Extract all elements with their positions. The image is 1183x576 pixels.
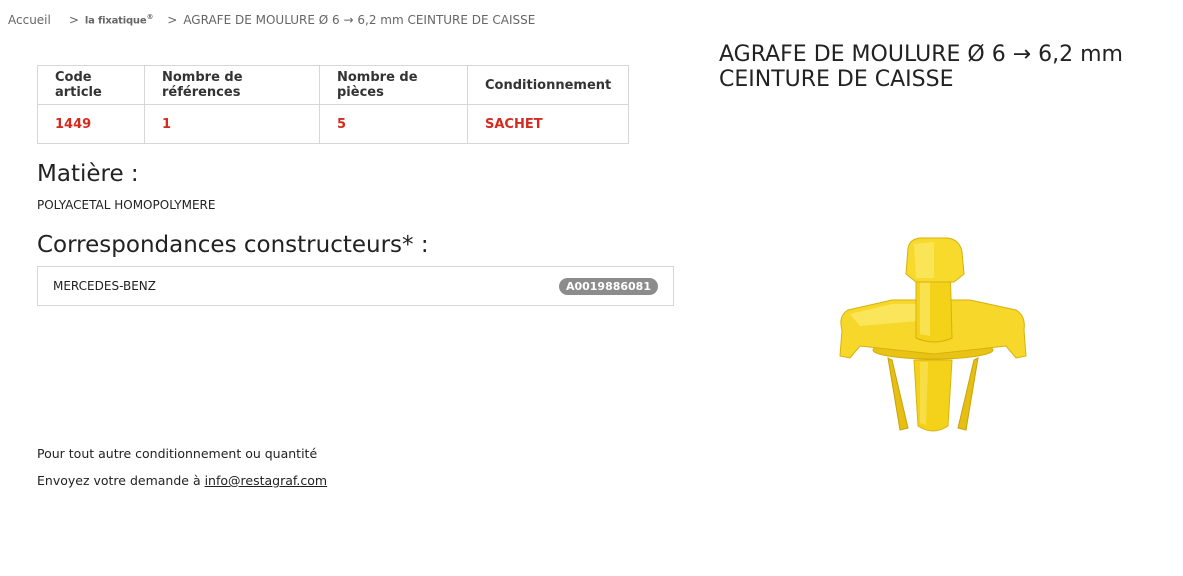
material-value: POLYACETAL HOMOPOLYMERE bbox=[37, 198, 216, 212]
header-nombre-references: Nombre de références bbox=[144, 65, 320, 105]
correspondence-maker: MERCEDES-BENZ bbox=[53, 279, 156, 293]
registered-mark: ® bbox=[146, 13, 154, 22]
header-code-article: Code article bbox=[37, 65, 145, 105]
brand-name: la fixatique bbox=[84, 15, 147, 27]
breadcrumb: Accueil > la fixatique® > AGRAFE DE MOUL… bbox=[8, 12, 535, 28]
breadcrumb-current: AGRAFE DE MOULURE Ø 6 → 6,2 mm CEINTURE … bbox=[183, 13, 536, 27]
header-conditionnement: Conditionnement bbox=[466, 65, 630, 105]
breadcrumb-separator: > bbox=[167, 13, 178, 27]
product-image bbox=[839, 237, 1027, 432]
contact-request-text: Envoyez votre demande à bbox=[37, 473, 205, 488]
yellow-plastic-clip-icon bbox=[839, 237, 1027, 432]
breadcrumb-brand-link[interactable]: la fixatique® bbox=[84, 13, 154, 27]
value-code-article: 1449 bbox=[37, 104, 145, 144]
correspondence-item: MERCEDES-BENZ A0019886081 bbox=[37, 266, 674, 306]
product-title-line1: AGRAFE DE MOULURE Ø 6 → 6,2 mm bbox=[719, 42, 1123, 67]
contact-note: Pour tout autre conditionnement ou quant… bbox=[37, 446, 318, 461]
product-title: AGRAFE DE MOULURE Ø 6 → 6,2 mm CEINTURE … bbox=[719, 42, 1159, 92]
value-conditionnement: SACHET bbox=[466, 104, 630, 144]
contact-email-link[interactable]: info@restagraf.com bbox=[205, 473, 327, 488]
header-nombre-pieces: Nombre de pièces bbox=[319, 65, 468, 105]
breadcrumb-home-link[interactable]: Accueil bbox=[8, 13, 51, 27]
specs-header-row: Code article Nombre de références Nombre… bbox=[37, 65, 630, 105]
specs-value-row: 1449 1 5 SACHET bbox=[37, 104, 630, 144]
specs-table: Code article Nombre de références Nombre… bbox=[37, 65, 630, 144]
correspondences-title: Correspondances constructeurs* : bbox=[37, 232, 429, 258]
product-title-line2: CEINTURE DE CAISSE bbox=[719, 67, 954, 92]
correspondence-ref-badge: A0019886081 bbox=[558, 277, 658, 295]
value-nombre-references: 1 bbox=[144, 104, 320, 144]
material-title: Matière : bbox=[37, 161, 139, 187]
contact-request: Envoyez votre demande à info@restagraf.c… bbox=[37, 473, 327, 488]
breadcrumb-separator: > bbox=[68, 13, 79, 27]
value-nombre-pieces: 5 bbox=[319, 104, 468, 144]
